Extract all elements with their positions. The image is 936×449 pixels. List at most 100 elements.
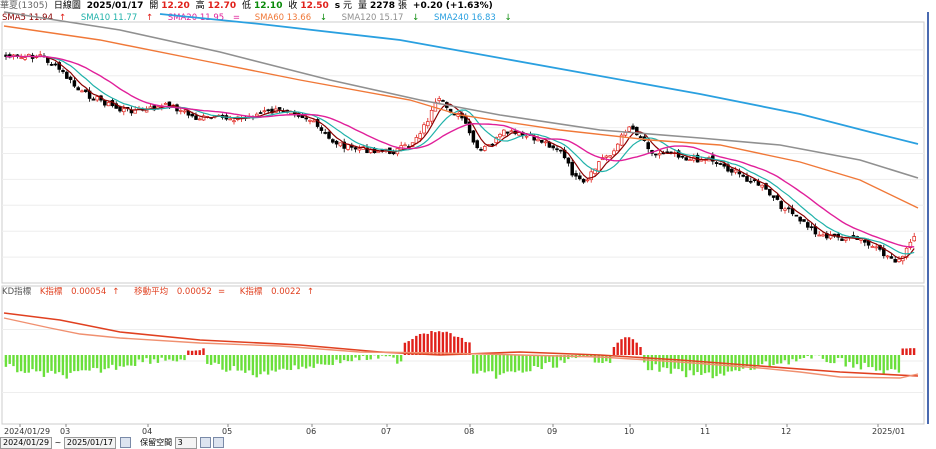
histogram-bar (472, 355, 475, 374)
histogram-bar (844, 355, 847, 367)
histogram-bar (787, 355, 790, 365)
candle-body (61, 70, 65, 73)
decrease-button[interactable] (200, 437, 212, 448)
histogram-bar (912, 348, 916, 355)
histogram-bar (791, 355, 794, 360)
x-tick-label: 04 (142, 427, 152, 436)
candle-body (654, 153, 658, 156)
x-tick-label: 09 (547, 427, 557, 436)
candle-body (863, 239, 867, 243)
candle-body (418, 133, 422, 139)
candle-body (232, 120, 236, 123)
candle-body (551, 145, 555, 149)
histogram-bar (95, 355, 99, 369)
histogram-bar (806, 355, 809, 356)
candle-body (258, 112, 263, 114)
histogram-bar (460, 337, 464, 355)
indicator-title: KD指標 (2, 287, 32, 297)
histogram-bar (624, 337, 627, 355)
histogram-bar (323, 355, 327, 365)
histogram-bar (54, 355, 57, 374)
x-tick-label: 11 (700, 427, 710, 436)
candle-body (714, 162, 719, 165)
histogram-bar (392, 355, 395, 358)
histogram-bar (175, 355, 179, 362)
x-tick-label: 2025/01 (872, 427, 905, 436)
histogram-bar (198, 350, 201, 355)
histogram-bar (798, 355, 802, 359)
keep-space-label: 保留空間 (140, 438, 173, 447)
candle-body (38, 54, 42, 56)
candle-body (198, 118, 202, 121)
histogram-bar (616, 342, 619, 355)
candle-body (680, 155, 685, 158)
candle-body (578, 175, 582, 180)
histogram-bar (760, 355, 764, 365)
histogram-bar (137, 355, 141, 360)
histogram-bar (536, 355, 540, 367)
histogram-bar (669, 355, 673, 374)
price-chart[interactable]: 2024/01/29 03 04 05 06 07 08 09 10 11 12 2025/01 (0, 0, 936, 436)
candle-body (312, 120, 316, 123)
histogram-bar (114, 355, 118, 370)
candle-body (897, 258, 901, 263)
histogram-bar (228, 355, 232, 371)
candle-body (893, 259, 897, 263)
histogram-bar (217, 355, 220, 364)
candle-body (555, 148, 559, 151)
histogram-bar (909, 348, 912, 355)
candle-body (745, 176, 749, 182)
candle-body (581, 178, 586, 183)
calendar-button[interactable] (119, 437, 131, 448)
candle-body (604, 155, 609, 158)
candle-body (182, 110, 187, 113)
histogram-bar (882, 355, 885, 375)
histogram-bar (225, 355, 228, 372)
candle-body (255, 113, 259, 117)
histogram-bar (711, 355, 714, 379)
start-date-field[interactable]: 2024/01/29 (0, 436, 53, 449)
histogram-bar (27, 355, 30, 373)
candle-body (657, 153, 662, 156)
histogram-bar (593, 355, 597, 363)
histogram-bar (654, 355, 657, 365)
candle-body (787, 207, 791, 210)
histogram-bar (905, 348, 908, 355)
histogram-bar (692, 355, 695, 376)
histogram-bar (259, 355, 262, 375)
candle-body (422, 124, 426, 134)
increase-button[interactable] (213, 437, 225, 448)
candle-body (874, 246, 878, 249)
candle-body (684, 157, 688, 161)
histogram-bar (130, 355, 133, 366)
candle-body (327, 131, 331, 139)
histogram-bar (152, 355, 156, 360)
histogram-bar (316, 355, 319, 364)
histogram-bar (833, 355, 836, 364)
candle-body (194, 115, 198, 120)
candle-body (76, 87, 80, 91)
candle-body (730, 168, 734, 173)
histogram-bar (297, 355, 300, 370)
keep-space-field[interactable]: 3 (174, 436, 197, 449)
histogram-bar (453, 336, 456, 355)
candle-body (91, 98, 96, 101)
histogram-bar (164, 355, 167, 361)
histogram-bar (232, 355, 236, 367)
candle-body (319, 127, 324, 131)
histogram-bar (521, 355, 524, 373)
x-tick-label: 03 (60, 427, 70, 436)
histogram-bar (772, 355, 775, 365)
end-date-field[interactable]: 2025/01/17 (63, 436, 117, 449)
candle-body (616, 143, 620, 152)
candle-body (524, 135, 529, 138)
histogram-bar (92, 355, 95, 368)
histogram-bar (88, 355, 91, 371)
histogram-bar (551, 355, 555, 368)
histogram-bar (107, 355, 110, 369)
histogram-bar (365, 355, 369, 360)
histogram-bar (361, 355, 365, 356)
candle-body (471, 130, 476, 143)
candle-body (308, 119, 312, 122)
histogram-bar (525, 355, 528, 372)
